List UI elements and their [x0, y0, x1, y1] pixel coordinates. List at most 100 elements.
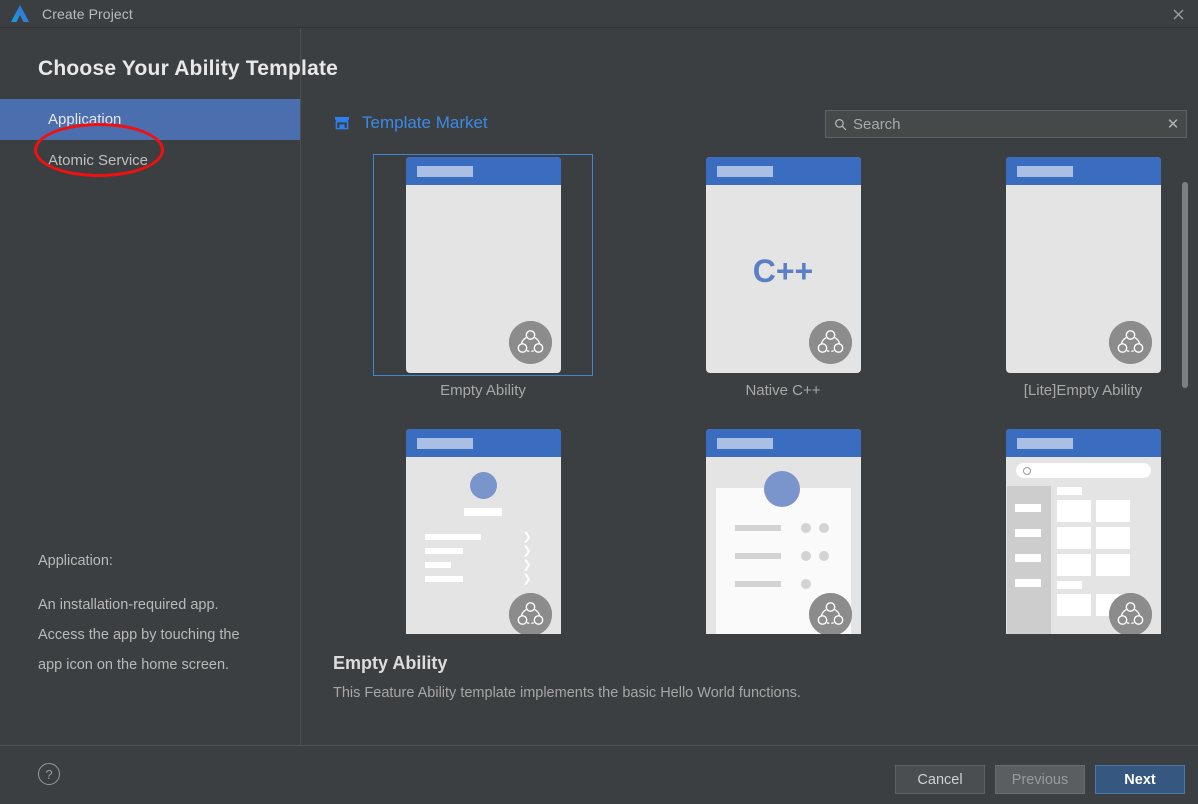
- category-description-line: app icon on the home screen.: [38, 657, 230, 673]
- art-dot: [818, 523, 829, 533]
- store-icon: [333, 114, 351, 132]
- category-label: Application: [48, 111, 122, 128]
- template-art-profile-list: ❯ ❯ ❯ ❯: [405, 429, 561, 634]
- art-appbar: [405, 157, 561, 185]
- chevron-right-icon: ❯: [522, 573, 532, 585]
- template-card-native-cpp[interactable]: C++ Native C++: [633, 154, 933, 426]
- category-label: Atomic Service: [48, 152, 149, 169]
- template-card-empty-ability[interactable]: Empty Ability: [333, 154, 633, 426]
- deveco-logo-icon: [8, 2, 32, 26]
- harmony-badge-icon: [808, 321, 852, 364]
- next-button[interactable]: Next: [1095, 765, 1185, 794]
- art-tile: [1056, 554, 1091, 576]
- template-card-lite-empty-ability[interactable]: [Lite]Empty Ability: [933, 154, 1186, 426]
- category-item-atomic-service[interactable]: Atomic Service: [0, 140, 300, 181]
- template-card-catalog[interactable]: [933, 426, 1186, 634]
- template-thumbnail: C++: [673, 154, 893, 376]
- template-art-empty: [405, 157, 561, 373]
- window-title-bar: Create Project: [0, 0, 1198, 28]
- dialog-footer: ? Cancel Previous Next: [0, 746, 1198, 804]
- art-tile: [1095, 500, 1130, 522]
- art-bar: [1056, 581, 1082, 589]
- category-description: Application: An installation-required ap…: [38, 546, 288, 680]
- template-grid: Empty Ability C++ Native C++ [Lite]Empty…: [333, 154, 1186, 634]
- template-art-empty: [1005, 157, 1161, 373]
- template-thumbnail: ❯ ❯ ❯ ❯: [373, 426, 593, 634]
- template-pane: Template Market ✕: [301, 29, 1198, 745]
- art-bar: [424, 534, 481, 540]
- art-dot: [818, 551, 829, 561]
- template-name: Empty Ability: [440, 382, 526, 399]
- template-art-profile-card: [705, 429, 861, 634]
- chevron-right-icon: ❯: [522, 545, 532, 557]
- close-icon[interactable]: [1158, 0, 1198, 28]
- category-description-line: Access the app by touching the: [38, 627, 240, 643]
- chevron-right-icon: ❯: [522, 559, 532, 571]
- template-name: Native C++: [745, 382, 821, 399]
- selected-template-description: This Feature Ability template implements…: [333, 685, 801, 701]
- template-name: [Lite]Empty Ability: [1023, 382, 1143, 399]
- create-project-page: Choose Your Ability Template Application…: [0, 29, 1198, 745]
- template-thumbnail: [973, 426, 1186, 634]
- harmony-badge-icon: [808, 593, 852, 634]
- harmony-badge-icon: [508, 321, 552, 364]
- selected-template-title: Empty Ability: [333, 653, 448, 673]
- ability-category-list: Application Atomic Service: [0, 99, 300, 181]
- art-tile: [1056, 527, 1091, 549]
- art-tile: [1056, 500, 1091, 522]
- art-avatar: [763, 471, 800, 507]
- art-bar: [424, 562, 451, 568]
- search-box[interactable]: ✕: [825, 110, 1187, 138]
- art-bar: [1056, 487, 1082, 495]
- template-market-link[interactable]: Template Market: [333, 113, 488, 133]
- harmony-badge-icon: [508, 593, 552, 634]
- art-appbar: [1005, 157, 1161, 185]
- category-description-label: Application:: [38, 553, 113, 569]
- art-bar: [1014, 579, 1041, 587]
- category-description-line: An installation-required app.: [38, 597, 219, 613]
- art-bar: [1014, 529, 1041, 537]
- art-dot: [800, 579, 811, 589]
- art-bar: [734, 525, 781, 531]
- art-bar: [734, 581, 781, 587]
- art-bar: [1014, 504, 1041, 512]
- search-icon: [834, 118, 847, 131]
- art-bar: [463, 508, 502, 516]
- art-dot: [800, 523, 811, 533]
- art-appbar: [1005, 429, 1161, 457]
- template-thumbnail: [373, 154, 593, 376]
- art-tile: [1056, 594, 1091, 616]
- art-bar: [734, 553, 781, 559]
- art-bar: [424, 576, 463, 582]
- art-dot: [800, 551, 811, 561]
- help-icon[interactable]: ?: [38, 763, 60, 785]
- art-appbar: [405, 429, 561, 457]
- template-art-catalog: [1005, 429, 1161, 634]
- template-card-profile-list[interactable]: ❯ ❯ ❯ ❯: [333, 426, 633, 634]
- art-tile: [1095, 527, 1130, 549]
- cpp-glyph: C++: [752, 253, 814, 289]
- template-thumbnail: [673, 426, 893, 634]
- art-bar: [424, 548, 463, 554]
- art-avatar: [469, 472, 497, 499]
- cancel-button[interactable]: Cancel: [895, 765, 985, 794]
- window-title: Create Project: [42, 5, 133, 22]
- template-thumbnail: [973, 154, 1186, 376]
- scrollbar-thumb[interactable]: [1182, 182, 1188, 388]
- template-card-profile-card[interactable]: [633, 426, 933, 634]
- category-item-application[interactable]: Application: [0, 99, 300, 140]
- harmony-badge-icon: [1108, 593, 1152, 634]
- page-title: Choose Your Ability Template: [38, 57, 339, 80]
- template-grid-viewport: Empty Ability C++ Native C++ [Lite]Empty…: [333, 154, 1186, 634]
- chevron-right-icon: ❯: [522, 531, 532, 543]
- harmony-badge-icon: [1108, 321, 1152, 364]
- template-art-cpp: C++: [705, 157, 861, 373]
- art-bar: [1014, 554, 1041, 562]
- art-appbar: [705, 157, 861, 185]
- previous-button[interactable]: Previous: [995, 765, 1085, 794]
- search-input[interactable]: [853, 115, 1160, 133]
- art-search-pill: [1015, 463, 1151, 478]
- art-appbar: [705, 429, 861, 457]
- search-clear-icon[interactable]: ✕: [1160, 115, 1186, 133]
- template-grid-scrollbar[interactable]: [1181, 154, 1189, 634]
